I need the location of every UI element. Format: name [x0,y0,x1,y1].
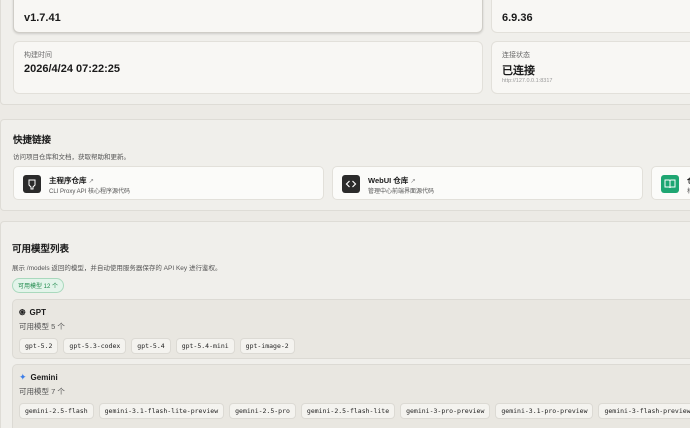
version-card: v1.7.41 [13,0,483,33]
group-count: 可用模型 5 个 [19,322,65,331]
model-chip[interactable]: gpt-image-2 [239,338,295,354]
models-subtitle: 展示 /models 返回的模型，并自动使用服务器保存的 API Key 进行鉴… [12,265,222,272]
build-time-card: 构建时间 2026/4/24 07:22:25 [13,41,483,94]
model-chip[interactable]: gpt-5.4-mini [175,338,235,354]
model-group-gemini: ✦ Gemini 可用模型 7 个 gemini-2.5-flash gemin… [12,364,690,428]
external-link-icon: ↗ [88,178,94,185]
docs-link[interactable]: 仓 相 [651,166,690,200]
group-count: 可用模型 7 个 [19,387,65,396]
book-icon [661,175,679,193]
model-chip[interactable]: gpt-5.3-codex [63,338,127,354]
gemini-icon: ✦ [19,372,27,382]
main-repo-link[interactable]: 主程序仓库 ↗ CLI Proxy API 核心程序源代码 [13,166,324,200]
models-title: 可用模型列表 [12,244,70,255]
connection-url: http://127.0.0.1:8317 [502,78,553,84]
model-count-badge: 可用模型 12 个 [12,278,65,293]
model-chip[interactable]: gemini-3.1-pro-preview [495,403,594,419]
openai-icon: ֍ [19,308,26,317]
main-repo-desc: CLI Proxy API 核心程序源代码 [49,189,131,195]
connection-card: 连接状态 已连接 http://127.0.0.1:8317 [491,41,690,94]
webui-repo-title: WebUI 仓库 [368,176,409,185]
webui-repo-desc: 管理中心前端界面源代码 [368,189,435,195]
model-chip[interactable]: gemini-3-flash-preview [598,403,690,419]
main-repo-title: 主程序仓库 [49,176,87,185]
model-chip[interactable]: gemini-2.5-flash-lite [300,403,396,419]
connection-status: 已连接 [502,65,535,77]
model-chip[interactable]: gemini-3.1-flash-lite-preview [98,403,225,419]
model-chip[interactable]: gemini-3-pro-preview [400,403,491,419]
github-icon [23,175,41,193]
group-name: Gemini [30,373,58,382]
quick-links-subtitle: 访问项目仓库和文档，获取帮助和更新。 [13,154,130,161]
quick-links-panel: 快捷链接 访问项目仓库和文档，获取帮助和更新。 主程序仓库 ↗ CLI Proxy… [0,119,690,211]
model-group-gpt: ֍ GPT 可用模型 5 个 gpt-5.2 gpt-5.3-codex gpt… [12,299,690,359]
external-link-icon: ↗ [410,178,416,185]
code-icon [342,175,360,193]
connection-label: 连接状态 [502,52,530,59]
version-value: v1.7.41 [24,12,61,24]
group-name: GPT [29,308,46,317]
model-chip[interactable]: gemini-2.5-flash [19,403,94,419]
model-chip[interactable]: gpt-5.2 [19,338,59,354]
model-chip[interactable]: gpt-5.4 [131,338,171,354]
build-time-value: 2026/4/24 07:22:25 [24,63,121,75]
server-version-card: 6.9.36 [491,0,690,33]
webui-repo-link[interactable]: WebUI 仓库 ↗ 管理中心前端界面源代码 [332,166,643,200]
model-chip[interactable]: gemini-2.5-pro [229,403,296,419]
server-version-value: 6.9.36 [502,12,533,24]
build-time-label: 构建时间 [24,52,52,59]
quick-links-title: 快捷链接 [13,135,52,146]
system-info-panel: v1.7.41 6.9.36 构建时间 2026/4/24 07:22:25 连… [0,0,690,105]
